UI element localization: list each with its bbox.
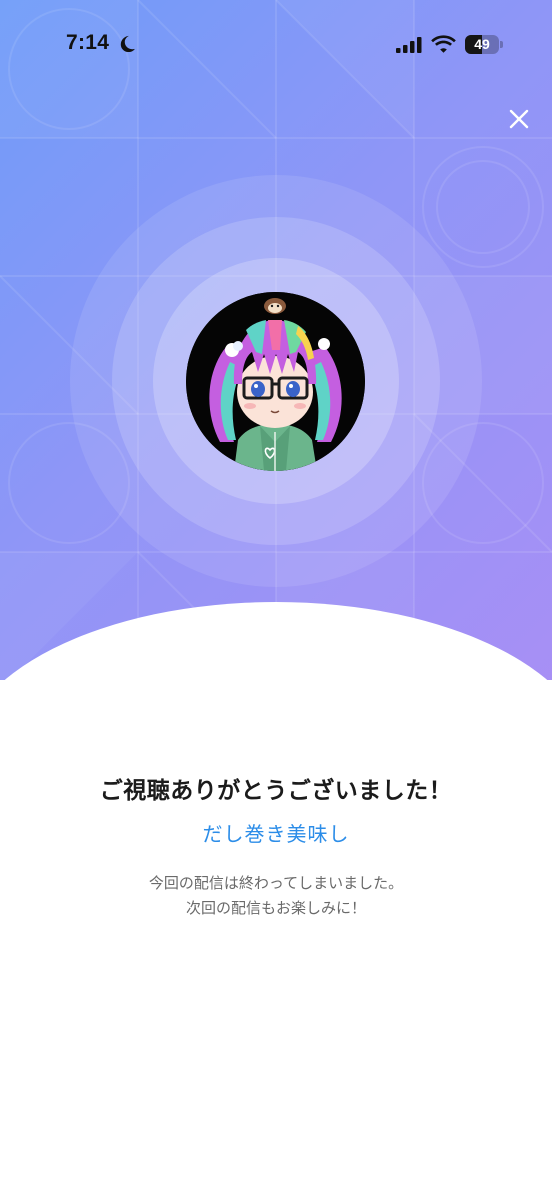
wifi-icon bbox=[431, 35, 456, 53]
close-button[interactable] bbox=[500, 100, 538, 138]
stream-ended-message: 今回の配信は終わってしまいました。 次回の配信もお楽しみに！ bbox=[0, 871, 552, 921]
battery-nub bbox=[500, 41, 503, 48]
avatar-illustration bbox=[186, 292, 365, 471]
streamer-name-link[interactable]: だし巻き美味し bbox=[0, 818, 552, 847]
moon-icon bbox=[120, 35, 135, 53]
status-bar-time: 7:14 bbox=[66, 31, 110, 54]
battery-level: 49 bbox=[474, 36, 490, 52]
battery-icon: 49 bbox=[465, 35, 503, 54]
close-icon bbox=[509, 109, 529, 129]
content-sheet bbox=[0, 680, 552, 1200]
battery-body: 49 bbox=[465, 35, 499, 54]
hero-banner bbox=[0, 0, 552, 700]
message-line-1: 今回の配信は終わってしまいました。 bbox=[148, 874, 404, 892]
stream-ended-screen: 7:14 49 ご視聴ありがとうございました！ だし巻き美味し 今回の配信は終わ… bbox=[0, 0, 552, 1200]
cellular-signal-icon bbox=[396, 37, 422, 53]
thank-you-title: ご視聴ありがとうございました！ bbox=[99, 778, 453, 804]
streamer-avatar bbox=[186, 292, 365, 471]
message-line-2: 次回の配信もお楽しみに！ bbox=[185, 899, 366, 917]
